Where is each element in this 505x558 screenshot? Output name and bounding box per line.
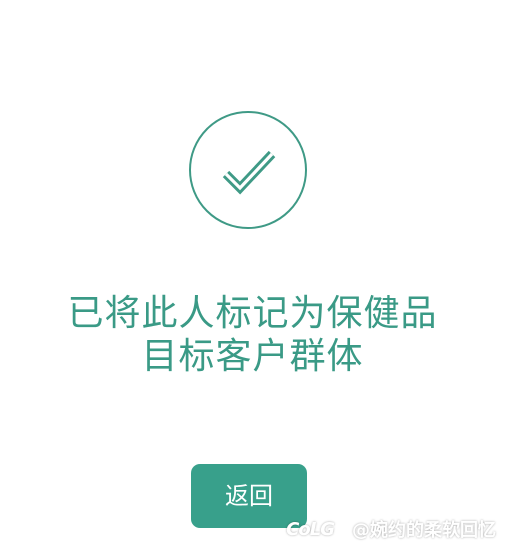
watermark: CoLG @婉约的柔软回忆 (286, 517, 496, 542)
check-icon (222, 150, 276, 195)
success-circle (189, 111, 307, 229)
status-message: 已将此人标记为保健品 目标客户群体 (0, 292, 505, 378)
status-message-line-1: 已将此人标记为保健品 (67, 293, 438, 334)
status-message-line-2: 目标客户群体 (141, 336, 364, 377)
watermark-logo: CoLG (286, 518, 335, 540)
watermark-text: @婉约的柔软回忆 (352, 520, 496, 541)
